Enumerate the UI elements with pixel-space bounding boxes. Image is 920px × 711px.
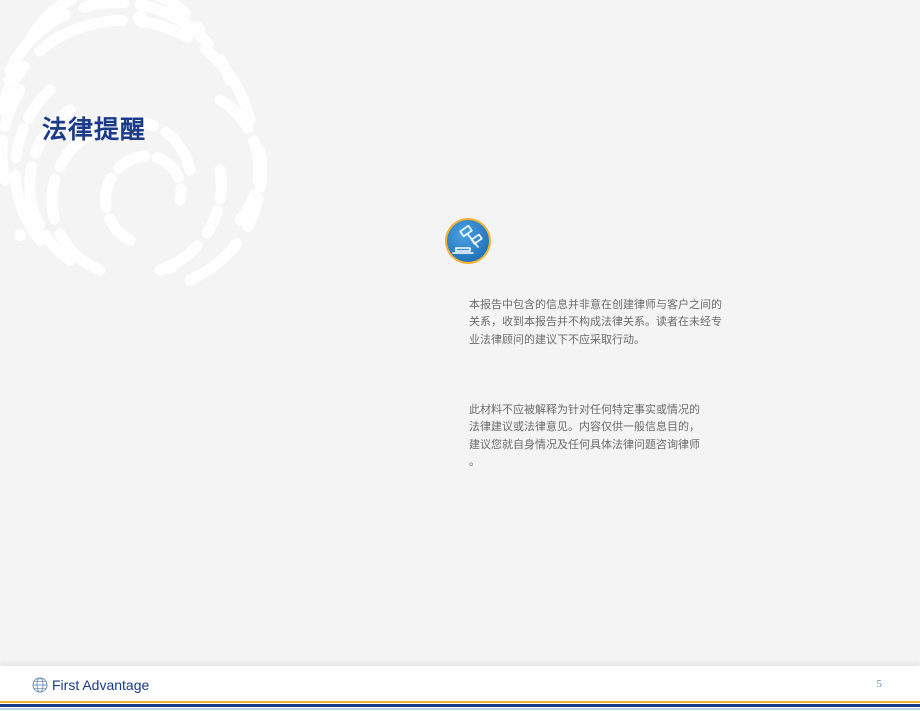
gavel-icon — [445, 218, 491, 264]
brand-name: First Advantage — [52, 677, 150, 693]
fingerprint-pattern-icon — [0, 0, 268, 286]
footer-stripes — [0, 701, 920, 711]
disclaimer-paragraph: 本报告中包含的信息并非意在创建律师与客户之间的 关系，收到本报告并不构成法律关系… — [469, 298, 722, 346]
stripe-gold — [0, 701, 920, 703]
globe-logo-icon — [32, 677, 48, 693]
page-number: 5 — [876, 678, 883, 690]
page-title: 法律提醒 — [42, 115, 147, 144]
slide-canvas: 法律提醒 本报告中包含的信息并非意在创建律师与客户之间的 关系，收到本报告并不构… — [0, 0, 920, 666]
advice-paragraph: 此材料不应被解释为针对任何特定事实或情况的 法律建议或法律意见。内容仅供一般信息… — [469, 403, 700, 468]
stripe-light — [0, 708, 920, 710]
brand-logo: First Advantage — [32, 676, 149, 694]
stripe-blue — [0, 704, 920, 707]
footer: First Advantage 5 — [0, 666, 920, 711]
